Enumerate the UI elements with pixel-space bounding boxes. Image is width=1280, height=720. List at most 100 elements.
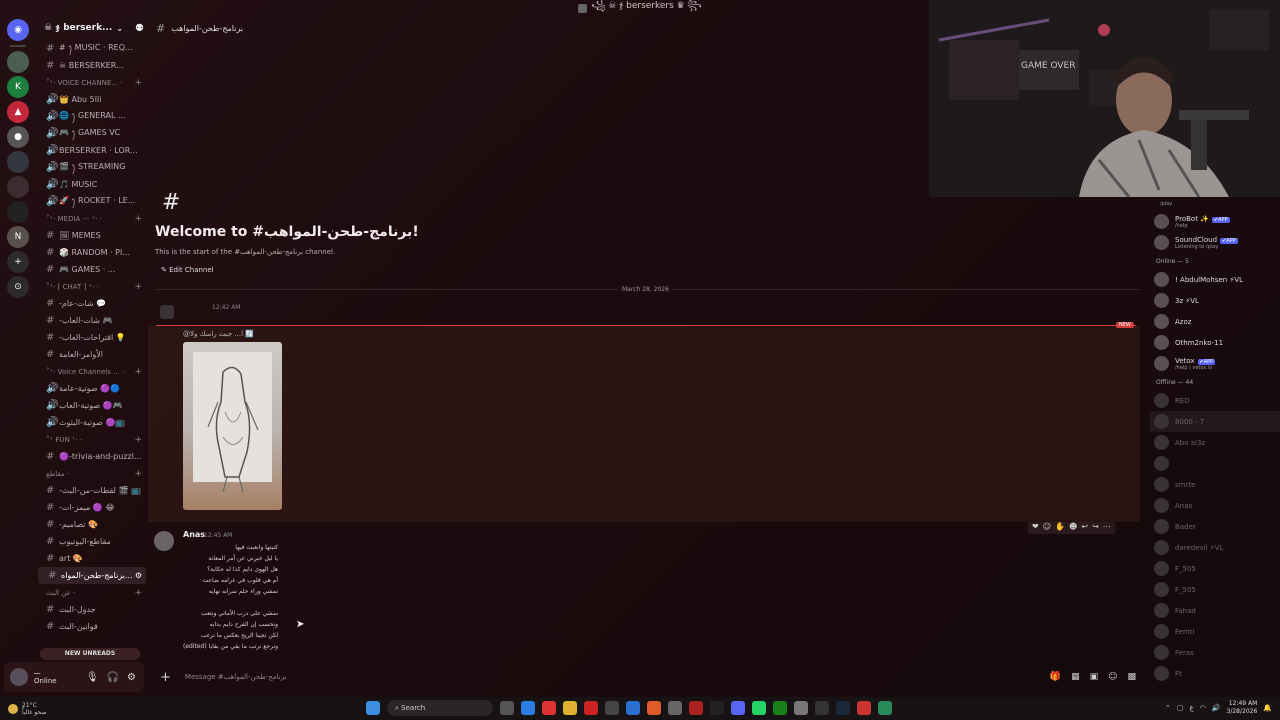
member-item[interactable]: smrte bbox=[1150, 474, 1280, 495]
member-item[interactable]: daredevil ⚡VL bbox=[1150, 537, 1280, 558]
emoji-icon[interactable]: ☺ bbox=[1108, 672, 1117, 682]
reply-icon[interactable]: ↩ bbox=[1081, 522, 1088, 534]
app-icon[interactable] bbox=[878, 701, 892, 715]
weather-widget[interactable]: 21°C صحو غالباً bbox=[8, 702, 46, 716]
sidebar-channel[interactable]: # قوانين-البث bbox=[36, 618, 148, 635]
channel-category[interactable]: ˚⁺‧ MEDIA ··· ⁺‧ · + bbox=[36, 210, 148, 227]
member-item[interactable]: SoundCloud ✔APP Listening to /play bbox=[1150, 232, 1280, 253]
sidebar-channel[interactable]: # -لقطات-من-البث 🎬 📺 bbox=[36, 482, 148, 499]
reaction-hand-icon[interactable]: ✋ bbox=[1055, 522, 1065, 534]
member-item[interactable]: RED bbox=[1150, 390, 1280, 411]
chrome-icon[interactable] bbox=[542, 701, 556, 715]
server-icon-8[interactable]: N bbox=[7, 226, 29, 248]
edge-icon[interactable] bbox=[521, 701, 535, 715]
forward-icon[interactable]: ↪ bbox=[1092, 522, 1099, 534]
discord-home-icon[interactable]: ◉ bbox=[7, 19, 29, 41]
sidebar-channel[interactable]: # 🖼 MEMES bbox=[36, 227, 148, 244]
sidebar-channel[interactable]: # -ميمز-ات 🟣 😂 bbox=[36, 499, 148, 516]
sidebar-channel[interactable]: # الأوامر-العامة bbox=[36, 346, 148, 363]
avatar[interactable] bbox=[160, 305, 174, 319]
sidebar-channel[interactable]: # -تصاميم 🎨 bbox=[36, 516, 148, 533]
sidebar-channel[interactable]: 🔊 🌐 ꫂ GENERAL ... bbox=[36, 108, 148, 125]
member-item[interactable]: F_505 bbox=[1150, 579, 1280, 600]
sidebar-channel[interactable]: # -اقتراحات-العاب 💡 bbox=[36, 329, 148, 346]
channel-category[interactable]: مقاطع · + bbox=[36, 465, 148, 482]
member-item[interactable]: Vetox ✔APP/help | vetox.io bbox=[1150, 353, 1280, 374]
add-reaction-icon[interactable]: ☻ bbox=[1069, 522, 1077, 534]
server-icon-6[interactable] bbox=[7, 176, 29, 198]
server-icon-5[interactable] bbox=[7, 151, 29, 173]
member-item[interactable]: F_505 bbox=[1150, 558, 1280, 579]
server-icon-current[interactable]: ● bbox=[7, 126, 29, 148]
member-item[interactable]: 8000 - 7 bbox=[1150, 411, 1280, 432]
server-header[interactable]: ☠ ჯ berserk... ⌄ ⚉ bbox=[36, 16, 148, 40]
add-server-icon[interactable]: + bbox=[7, 251, 29, 273]
clock[interactable]: 12:49 AM 3/28/2026 bbox=[1227, 700, 1258, 716]
sidebar-channel[interactable]: 🔊 👑 Abu 5lli bbox=[36, 91, 148, 108]
app-icon[interactable] bbox=[689, 701, 703, 715]
member-item[interactable] bbox=[1150, 453, 1280, 474]
brave-icon[interactable] bbox=[647, 701, 661, 715]
member-item[interactable]: Anas bbox=[1150, 495, 1280, 516]
image-attachment[interactable] bbox=[183, 342, 282, 510]
message-composer[interactable]: + Message #برنامج-طحن-المواهب 🎁 ▦ ▣ ☺ ▩ bbox=[152, 664, 1142, 690]
sidebar-channel[interactable]: 🔊 صوتية-البثوث 🟣📺 bbox=[36, 414, 148, 431]
add-channel-icon[interactable]: + bbox=[134, 78, 142, 88]
sidebar-channel[interactable]: # 🟣-trivia-and-puzzl... bbox=[36, 448, 148, 465]
member-item[interactable]: Bader bbox=[1150, 516, 1280, 537]
sidebar-channel[interactable]: 🔊 🚀 ꫂ ROCKET · LE... bbox=[36, 193, 148, 210]
xbox-icon[interactable] bbox=[773, 701, 787, 715]
sidebar-channel[interactable]: # -شات-عام 💬 bbox=[36, 295, 148, 312]
app-icon[interactable] bbox=[815, 701, 829, 715]
new-unreads-pill[interactable]: NEW UNREADS bbox=[40, 648, 140, 660]
microphone-icon[interactable]: 🎙 bbox=[86, 672, 99, 683]
member-item[interactable]: Fahad bbox=[1150, 600, 1280, 621]
add-channel-icon[interactable]: + bbox=[134, 214, 142, 224]
more-icon[interactable]: ⋯ bbox=[1103, 522, 1111, 534]
message-input[interactable]: Message #برنامج-طحن-المواهب bbox=[185, 673, 287, 681]
capcut-icon[interactable] bbox=[710, 701, 724, 715]
youtube-icon[interactable] bbox=[584, 701, 598, 715]
discord-icon[interactable] bbox=[731, 701, 745, 715]
add-member-icon[interactable]: ⚉ bbox=[135, 23, 144, 34]
settings-icon[interactable] bbox=[794, 701, 808, 715]
reaction-laugh-icon[interactable]: ☺ bbox=[1043, 522, 1051, 534]
language-indicator[interactable]: ع bbox=[1190, 704, 1194, 712]
avatar[interactable] bbox=[154, 531, 174, 551]
avatar[interactable] bbox=[10, 668, 28, 686]
gif-icon[interactable]: ▦ bbox=[1071, 672, 1080, 682]
task-view-icon[interactable] bbox=[500, 701, 514, 715]
sidebar-channel[interactable]: # جدول-البث bbox=[36, 601, 148, 618]
member-item[interactable]: Othm2nko-11 bbox=[1150, 332, 1280, 353]
sidebar-channel[interactable]: # ☠ BERSERKER... bbox=[36, 57, 148, 74]
member-item[interactable]: /play bbox=[1150, 197, 1280, 211]
notification-icon[interactable]: 🔔 bbox=[1263, 704, 1272, 712]
member-item[interactable]: Femti bbox=[1150, 621, 1280, 642]
app-icon[interactable] bbox=[605, 701, 619, 715]
add-channel-icon[interactable]: + bbox=[134, 435, 142, 445]
wifi-icon[interactable]: ◠ bbox=[1200, 704, 1206, 712]
add-channel-icon[interactable]: + bbox=[134, 367, 142, 377]
sidebar-channel[interactable]: # -شات-العاب 🎮 bbox=[36, 312, 148, 329]
sidebar-channel[interactable]: # مقاطع-اليوتيوب bbox=[36, 533, 148, 550]
file-explorer-icon[interactable] bbox=[563, 701, 577, 715]
server-icon-1[interactable] bbox=[7, 51, 29, 73]
sidebar-channel[interactable]: # برنامج-طحن-المواه... ⚙ bbox=[38, 567, 146, 584]
discover-icon[interactable]: ⊙ bbox=[7, 276, 29, 298]
sidebar-channel[interactable]: 🔊 صوتية-العاب 🟣🎮 bbox=[36, 397, 148, 414]
sticker-icon[interactable]: ▣ bbox=[1090, 672, 1099, 682]
reply-reference[interactable]: @ا... جبت راسك ولا 🔄 bbox=[183, 330, 254, 338]
start-menu-icon[interactable] bbox=[366, 701, 380, 715]
channel-category[interactable]: ˚⁺‧ Voice Channels ... · + bbox=[36, 363, 148, 380]
server-icon-red[interactable]: ▲ bbox=[7, 101, 29, 123]
add-channel-icon[interactable]: + bbox=[134, 282, 142, 292]
taskbar-search[interactable]: ⌕ Search bbox=[387, 700, 493, 716]
apps-icon[interactable]: ▩ bbox=[1127, 672, 1136, 682]
channel-category[interactable]: عن البث · + bbox=[36, 584, 148, 601]
headphones-icon[interactable]: 🎧 bbox=[107, 672, 119, 683]
member-item[interactable]: Feras bbox=[1150, 642, 1280, 663]
sidebar-channel[interactable]: 🔊 🎬 ꫂ STREAMING bbox=[36, 159, 148, 176]
sidebar-channel[interactable]: # # ꫂ MUSIC · REQ... bbox=[36, 40, 148, 57]
app-icon[interactable] bbox=[857, 701, 871, 715]
member-item[interactable]: Azoz bbox=[1150, 311, 1280, 332]
